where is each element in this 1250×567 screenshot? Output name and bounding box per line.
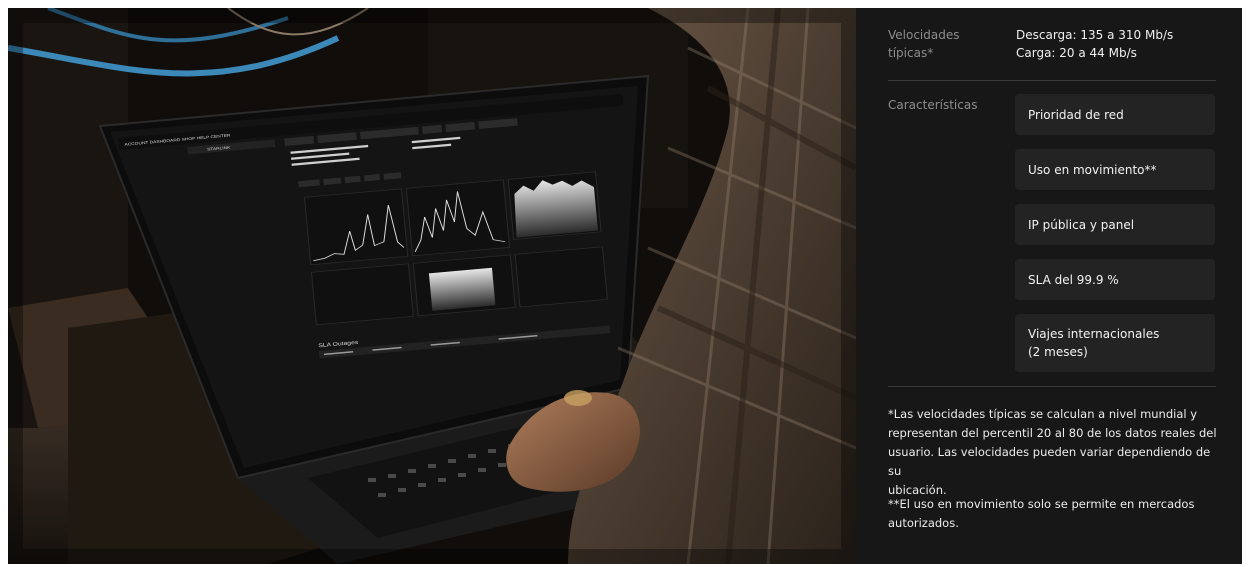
feature-chip-label: Uso en movimiento** xyxy=(1028,162,1157,177)
feature-chip-public-ip: IP pública y panel xyxy=(1015,204,1215,245)
speeds-row: Velocidades típicas* Descarga: 135 a 310… xyxy=(856,8,1242,80)
photo-illustration: ACCOUNT DASHBOARD SHOP HELP CENTER STARL… xyxy=(8,8,856,564)
footnote-in-motion: **El uso en movimiento solo se permite e… xyxy=(888,497,1195,530)
feature-chip-label: IP pública y panel xyxy=(1028,217,1135,232)
features-label: Características xyxy=(888,98,978,112)
feature-chip-network-priority: Prioridad de red xyxy=(1015,94,1215,135)
feature-chip-label: Viajes internacionales (2 meses) xyxy=(1028,327,1160,359)
ring xyxy=(564,390,592,406)
feature-chip-international-travel: Viajes internacionales (2 meses) xyxy=(1015,314,1215,372)
divider xyxy=(888,386,1216,387)
page: ACCOUNT DASHBOARD SHOP HELP CENTER STARL… xyxy=(0,0,1250,567)
specs-panel: Velocidades típicas* Descarga: 135 a 310… xyxy=(856,8,1242,564)
speeds-label: Velocidades típicas* xyxy=(888,28,960,60)
feature-chip-in-motion: Uso en movimiento** xyxy=(1015,149,1215,190)
divider xyxy=(888,80,1216,81)
speeds-value: Descarga: 135 a 310 Mb/s Carga: 20 a 44 … xyxy=(1016,28,1174,60)
feature-chip-label: Prioridad de red xyxy=(1028,107,1124,122)
footnote-speeds: *Las velocidades típicas se calculan a n… xyxy=(888,407,1217,497)
laptop-dashboard-photo: ACCOUNT DASHBOARD SHOP HELP CENTER STARL… xyxy=(8,8,856,564)
feature-chip-sla: SLA del 99.9 % xyxy=(1015,259,1215,300)
feature-chip-label: SLA del 99.9 % xyxy=(1028,272,1119,287)
